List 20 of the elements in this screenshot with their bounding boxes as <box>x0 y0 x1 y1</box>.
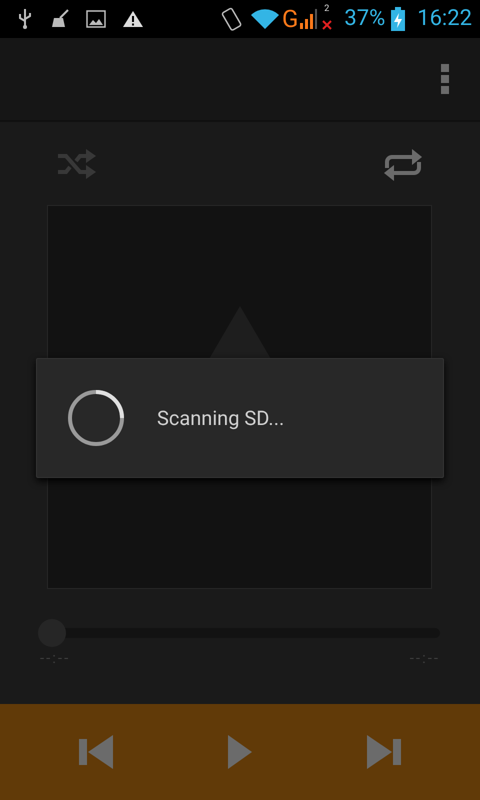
elapsed-time: --:-- <box>40 649 70 667</box>
overflow-menu-icon[interactable] <box>440 63 450 95</box>
loading-spinner-icon <box>67 389 125 447</box>
total-duration: --:-- <box>410 649 440 667</box>
vibrate-phone-icon <box>220 6 244 32</box>
battery-percent: 37% <box>344 8 386 30</box>
next-button[interactable] <box>366 735 401 769</box>
wifi-icon <box>250 8 280 30</box>
usb-icon <box>18 8 32 30</box>
no-signal-icon <box>322 20 332 30</box>
network-type: G <box>282 5 298 33</box>
clock: 16:22 <box>417 8 472 30</box>
dialog-message: Scanning SD... <box>157 406 284 430</box>
play-button[interactable] <box>228 735 252 769</box>
previous-button[interactable] <box>79 735 114 769</box>
warning-icon <box>122 10 144 28</box>
signal-icon <box>298 8 318 30</box>
sim-slot-number: 2 <box>324 4 330 14</box>
battery-charging-icon <box>391 7 406 31</box>
image-icon <box>86 10 106 28</box>
